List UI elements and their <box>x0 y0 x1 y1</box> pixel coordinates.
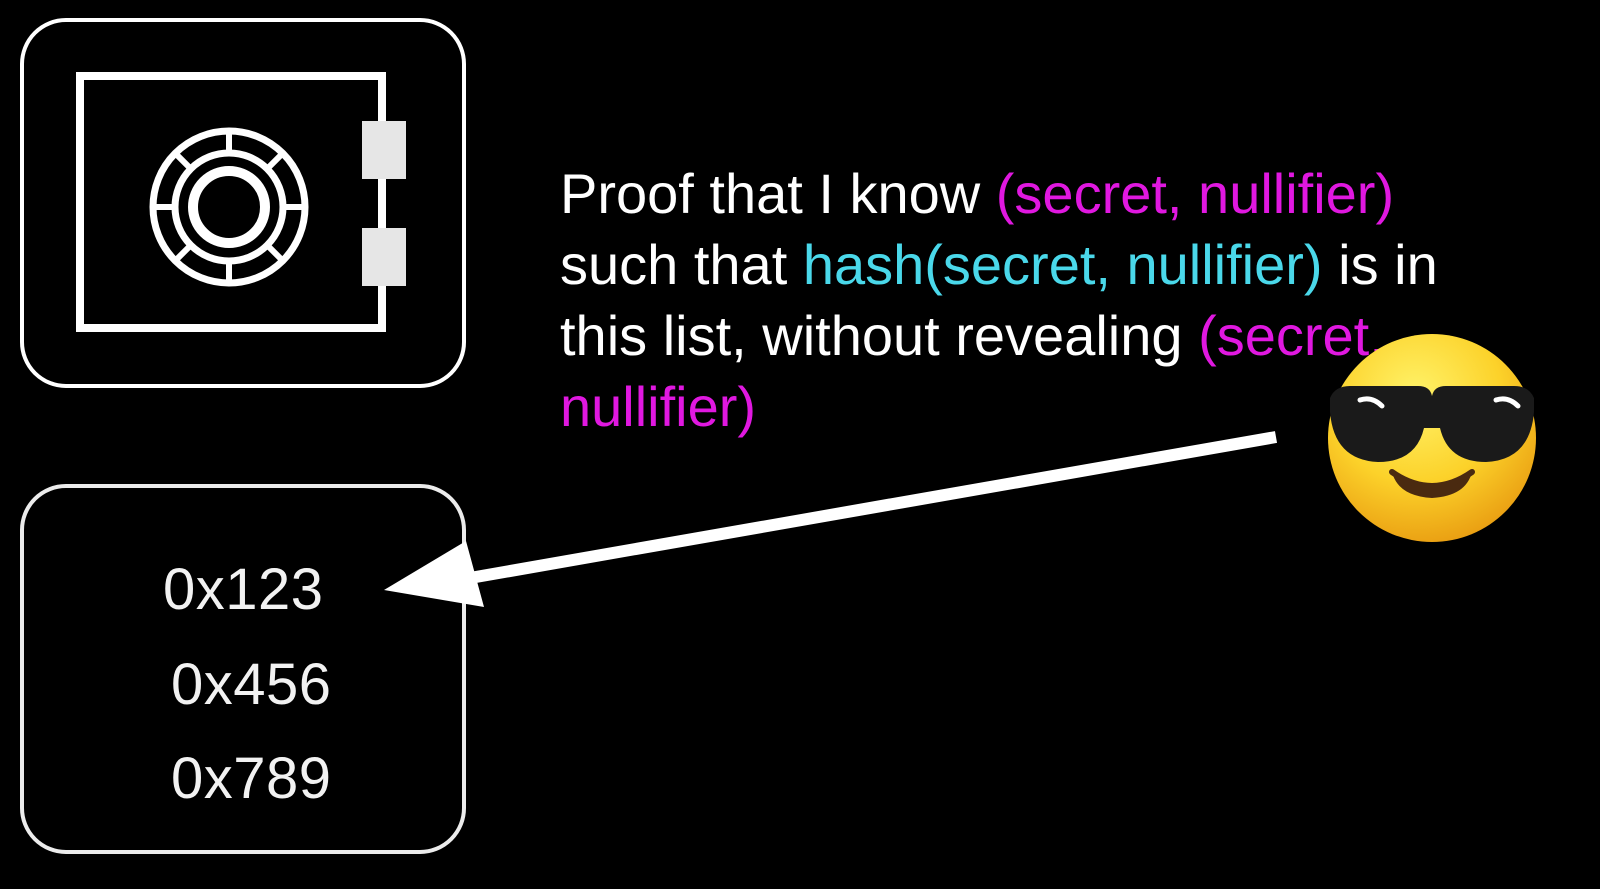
sunglasses-emoji-icon <box>1328 334 1536 542</box>
diagram-canvas: 0x123 0x456 0x789 Proof that I know (sec… <box>0 0 1600 889</box>
